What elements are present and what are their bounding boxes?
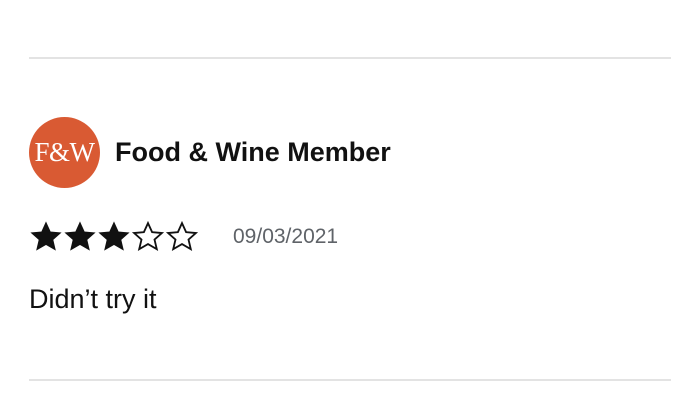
- author-name: Food & Wine Member: [115, 137, 391, 167]
- top-divider: [29, 57, 671, 59]
- review-author: F&W Food & Wine Member: [29, 117, 391, 188]
- star-filled-icon: [98, 221, 130, 251]
- star-empty-icon: [131, 220, 165, 252]
- star-rating: [29, 220, 199, 254]
- star-empty-icon: [165, 220, 199, 252]
- review-date: 09/03/2021: [233, 225, 339, 248]
- bottom-divider: [29, 379, 671, 381]
- review-card: F&W Food & Wine Member 09/03/2021 Didn’t…: [0, 0, 700, 420]
- review-text: Didn’t try it: [29, 284, 157, 314]
- star-filled-icon: [30, 221, 62, 251]
- avatar: F&W: [29, 117, 100, 188]
- star-filled-icon: [64, 221, 96, 251]
- rating-row: 09/03/2021: [29, 220, 338, 254]
